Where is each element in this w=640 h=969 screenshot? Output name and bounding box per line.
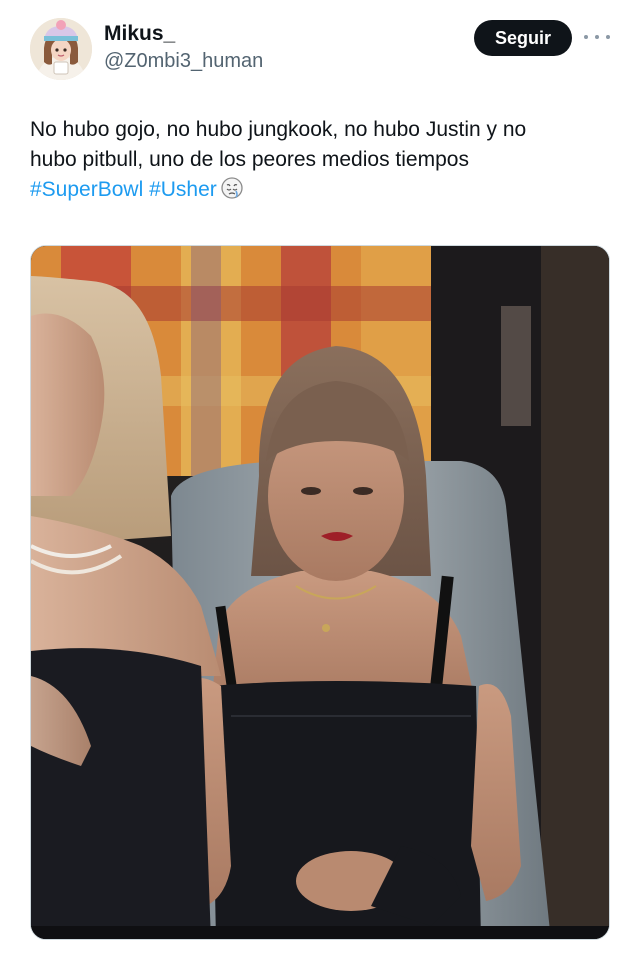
more-options-icon[interactable]	[584, 26, 610, 48]
author-handle[interactable]: @Z0mbi3_human	[104, 50, 263, 73]
tweet-photo[interactable]	[30, 245, 610, 940]
author-display-name[interactable]: Mikus_	[104, 22, 175, 46]
tweet-text-line-2: hubo pitbull, uno de los peores medios t…	[30, 148, 469, 171]
tweet-text: No hubo gojo, no hubo jungkook, no hubo …	[30, 115, 610, 208]
tweet-text-line-3: #SuperBowl #Usher	[30, 175, 610, 208]
tweet-text-line-1: No hubo gojo, no hubo jungkook, no hubo …	[30, 118, 527, 141]
tweet-header: Mikus_ @Z0mbi3_human Seguir	[0, 0, 640, 90]
hashtag-usher[interactable]: #Usher	[149, 178, 217, 201]
photo-illustration	[31, 246, 609, 939]
avatar[interactable]	[30, 18, 92, 80]
pensive-face-emoji-icon	[221, 177, 243, 208]
follow-button[interactable]: Seguir	[474, 20, 572, 56]
hashtag-superbowl[interactable]: #SuperBowl	[30, 178, 143, 201]
avatar-illustration-icon	[30, 18, 92, 80]
